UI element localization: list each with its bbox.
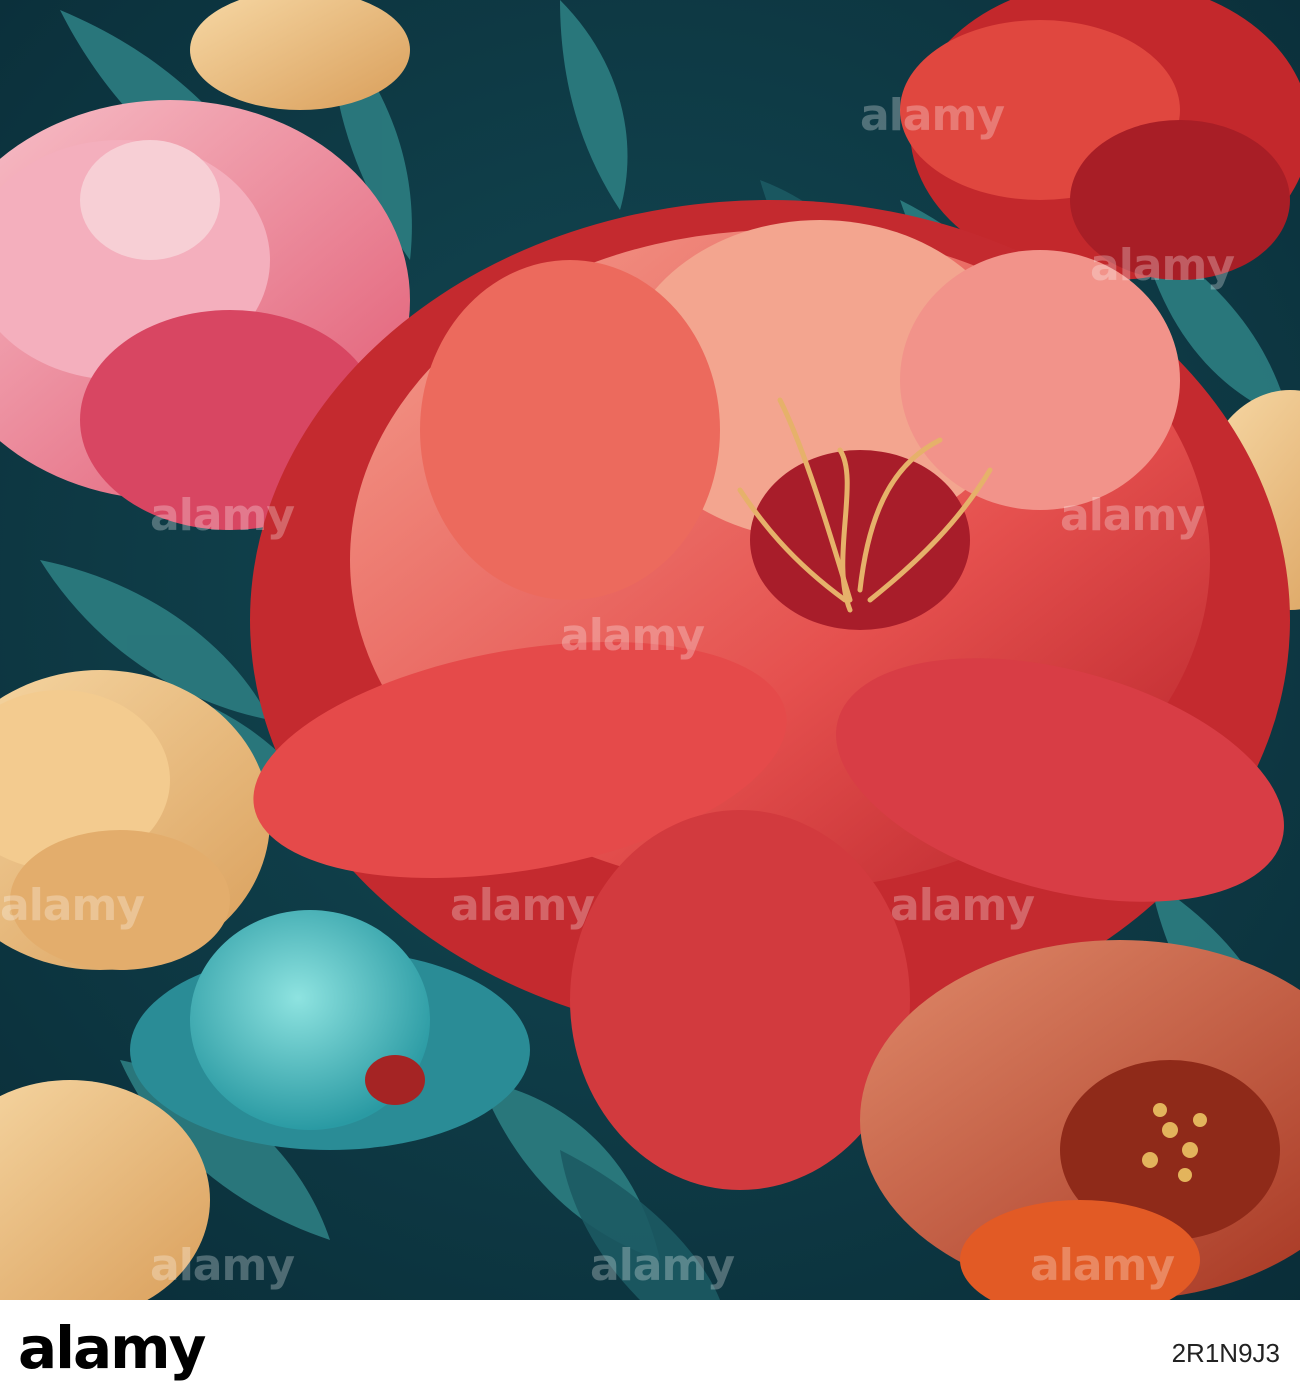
image-id: 2R1N9J3 xyxy=(1171,1338,1280,1368)
alamy-logo: alamy xyxy=(18,1314,206,1382)
footer-bar: alamy 2R1N9J3 xyxy=(0,1300,1300,1390)
floral-illustration xyxy=(0,0,1300,1300)
stock-image-page: alamy alamy alamy alamy alamy alamy alam… xyxy=(0,0,1300,1390)
